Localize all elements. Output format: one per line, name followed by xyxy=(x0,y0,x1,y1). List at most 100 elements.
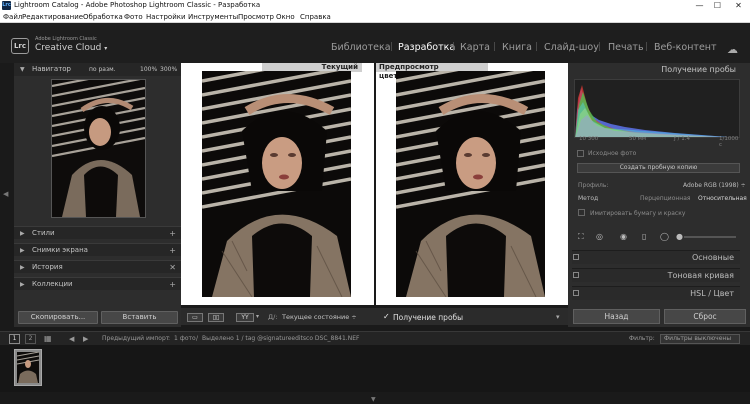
add-snapshot-icon[interactable]: + xyxy=(169,244,176,257)
grid-view-icon[interactable]: ▦ xyxy=(44,332,52,346)
maximize-button[interactable]: ☐ xyxy=(710,0,725,11)
module-separator: | xyxy=(493,42,497,52)
filmstrip-thumbnail[interactable] xyxy=(14,349,42,386)
crop-tool-icon[interactable]: ⛶ xyxy=(578,232,584,242)
create-proof-button[interactable]: Создать пробную копию xyxy=(577,163,740,173)
copy-settings-button[interactable]: Скопировать... xyxy=(18,311,98,324)
histogram[interactable] xyxy=(574,79,740,138)
simulate-paper-label: Имитировать бумагу и краску xyxy=(590,210,686,217)
panel-tone-curve[interactable]: Тоновая кривая xyxy=(572,268,740,282)
forward-arrow-icon[interactable]: ▶ xyxy=(83,332,88,346)
red-eye-icon[interactable]: ◉ xyxy=(620,232,627,241)
menu-settings[interactable]: Настройки xyxy=(146,11,186,23)
menu-view[interactable]: Просмотр xyxy=(238,11,274,23)
left-panel-toggle-icon[interactable]: ◀ xyxy=(3,190,8,198)
cloud-icon[interactable]: ☁ xyxy=(727,43,738,56)
state-select[interactable]: Текущее состояние ÷ xyxy=(282,313,357,321)
radial-filter-icon[interactable]: ◯ xyxy=(660,232,669,241)
module-separator: | xyxy=(390,42,394,52)
module-develop[interactable]: Разработка xyxy=(398,42,455,53)
close-button[interactable]: ✕ xyxy=(731,0,746,11)
history-panel-header[interactable]: ▶ История ✕ xyxy=(14,260,181,273)
photo-before[interactable] xyxy=(202,71,351,297)
compare-dropdown-icon[interactable]: ▾ xyxy=(256,313,259,320)
expand-triangle-icon: ▶ xyxy=(20,264,25,271)
menu-develop[interactable]: Обработка xyxy=(83,11,123,23)
menu-tools[interactable]: Инструменты xyxy=(188,11,238,23)
previous-button[interactable]: Назад xyxy=(573,309,660,324)
photo-count: 1 фото xyxy=(174,335,196,342)
selected-info: Выделено 1 / tag @signatureeditsco DSC_8… xyxy=(202,335,360,342)
navigator-preview[interactable] xyxy=(51,66,146,218)
filmstrip-toggle-icon[interactable]: ▼ xyxy=(371,396,376,403)
panel-switch-icon[interactable] xyxy=(573,272,579,278)
clear-history-icon[interactable]: ✕ xyxy=(169,261,176,274)
menu-photo[interactable]: Фото xyxy=(124,11,143,23)
paste-settings-button[interactable]: Вставить xyxy=(101,311,178,324)
menu-window[interactable]: Окно xyxy=(276,11,295,23)
navigator-title: Навигатор xyxy=(32,65,71,73)
collapse-triangle-icon: ▼ xyxy=(20,66,25,73)
navigator-photo xyxy=(51,66,146,217)
module-web[interactable]: Веб-контент xyxy=(654,42,717,53)
method-relative[interactable]: Относительная xyxy=(698,195,747,202)
reset-button[interactable]: Сброс xyxy=(664,309,746,324)
view-divider xyxy=(374,63,376,305)
expand-triangle-icon: ▶ xyxy=(20,230,25,237)
menu-edit[interactable]: Редактирование xyxy=(22,11,83,23)
add-preset-icon[interactable]: + xyxy=(169,227,176,240)
snapshots-panel-header[interactable]: ▶ Снимки экрана + xyxy=(14,243,181,256)
zoom-fit[interactable]: по разм. xyxy=(89,63,116,76)
module-book[interactable]: Книга xyxy=(502,42,532,53)
brush-slider[interactable] xyxy=(684,236,736,238)
minimize-button[interactable]: — xyxy=(692,0,707,11)
module-print[interactable]: Печать xyxy=(608,42,644,53)
module-separator: | xyxy=(535,42,539,52)
method-perceptual[interactable]: Перцепционная xyxy=(640,195,691,202)
panel-switch-icon[interactable] xyxy=(573,254,579,260)
brush-icon[interactable]: ● xyxy=(676,232,683,241)
navigator-header[interactable]: ▼ Навигатор по разм. 100% 300% xyxy=(14,63,181,76)
loupe-view-icon[interactable]: ▭ xyxy=(187,313,203,322)
source-photo-checkbox[interactable] xyxy=(577,150,584,157)
source-photo-label: Исходное фото xyxy=(588,150,637,157)
basic-label: Основные xyxy=(691,253,734,262)
add-collection-icon[interactable]: + xyxy=(169,278,176,291)
thumbnail-photo xyxy=(16,351,40,383)
photo-proof[interactable] xyxy=(396,71,545,297)
screen-1-button[interactable]: 1 xyxy=(9,334,20,344)
collections-panel-header[interactable]: ▶ Коллекции + xyxy=(14,277,181,290)
spot-removal-icon[interactable]: ◎ xyxy=(596,232,603,241)
before-after-icon[interactable]: ▯▯ xyxy=(208,313,224,322)
before-after-label: Д/: xyxy=(268,313,278,321)
presets-panel-header[interactable]: ▶ Стили + xyxy=(14,226,181,239)
filter-label: Фильтр: xyxy=(629,335,655,342)
simulate-paper-checkbox[interactable] xyxy=(578,209,585,216)
collections-label: Коллекции xyxy=(32,280,73,288)
graduated-filter-icon[interactable]: ▯ xyxy=(642,232,646,241)
proof-checkbox[interactable]: ✓ xyxy=(383,312,390,321)
filmstrip-header: 1 2 ▦ ◀ ▶ Предыдущий импорт : 1 фото / В… xyxy=(0,331,750,345)
hist-iso: 10 300 xyxy=(579,136,599,142)
toolbar-menu-icon[interactable]: ▾ xyxy=(556,313,560,321)
screen-2-button[interactable]: 2 xyxy=(25,334,36,344)
module-library[interactable]: Библиотека xyxy=(331,42,391,53)
filter-select[interactable]: Фильтры выключены xyxy=(660,334,740,344)
brand-name[interactable]: Creative Cloud ▾ xyxy=(35,43,107,53)
back-arrow-icon[interactable]: ◀ xyxy=(69,332,74,346)
tone-curve-label: Тоновая кривая xyxy=(667,271,734,280)
profile-select[interactable]: Adobe RGB (1998) ÷ xyxy=(683,182,746,189)
menu-file[interactable]: Файл xyxy=(3,11,22,23)
module-map[interactable]: Карта xyxy=(460,42,490,53)
compare-mode[interactable]: YY xyxy=(236,313,254,322)
panel-hsl[interactable]: HSL / Цвет xyxy=(572,286,740,300)
zoom-300[interactable]: 300% xyxy=(160,63,177,76)
brand-subtitle: Adobe Lightroom Classic xyxy=(35,36,97,42)
zoom-100[interactable]: 100% xyxy=(140,63,157,76)
title-bar: Lrc Lightroom Catalog - Adobe Photoshop … xyxy=(0,0,750,11)
panel-switch-icon[interactable] xyxy=(573,290,579,296)
previous-import-label[interactable]: Предыдущий импорт xyxy=(102,332,169,346)
module-slideshow[interactable]: Слайд-шоу xyxy=(544,42,599,53)
panel-basic[interactable]: Основные xyxy=(572,250,740,264)
menu-help[interactable]: Справка xyxy=(300,11,331,23)
